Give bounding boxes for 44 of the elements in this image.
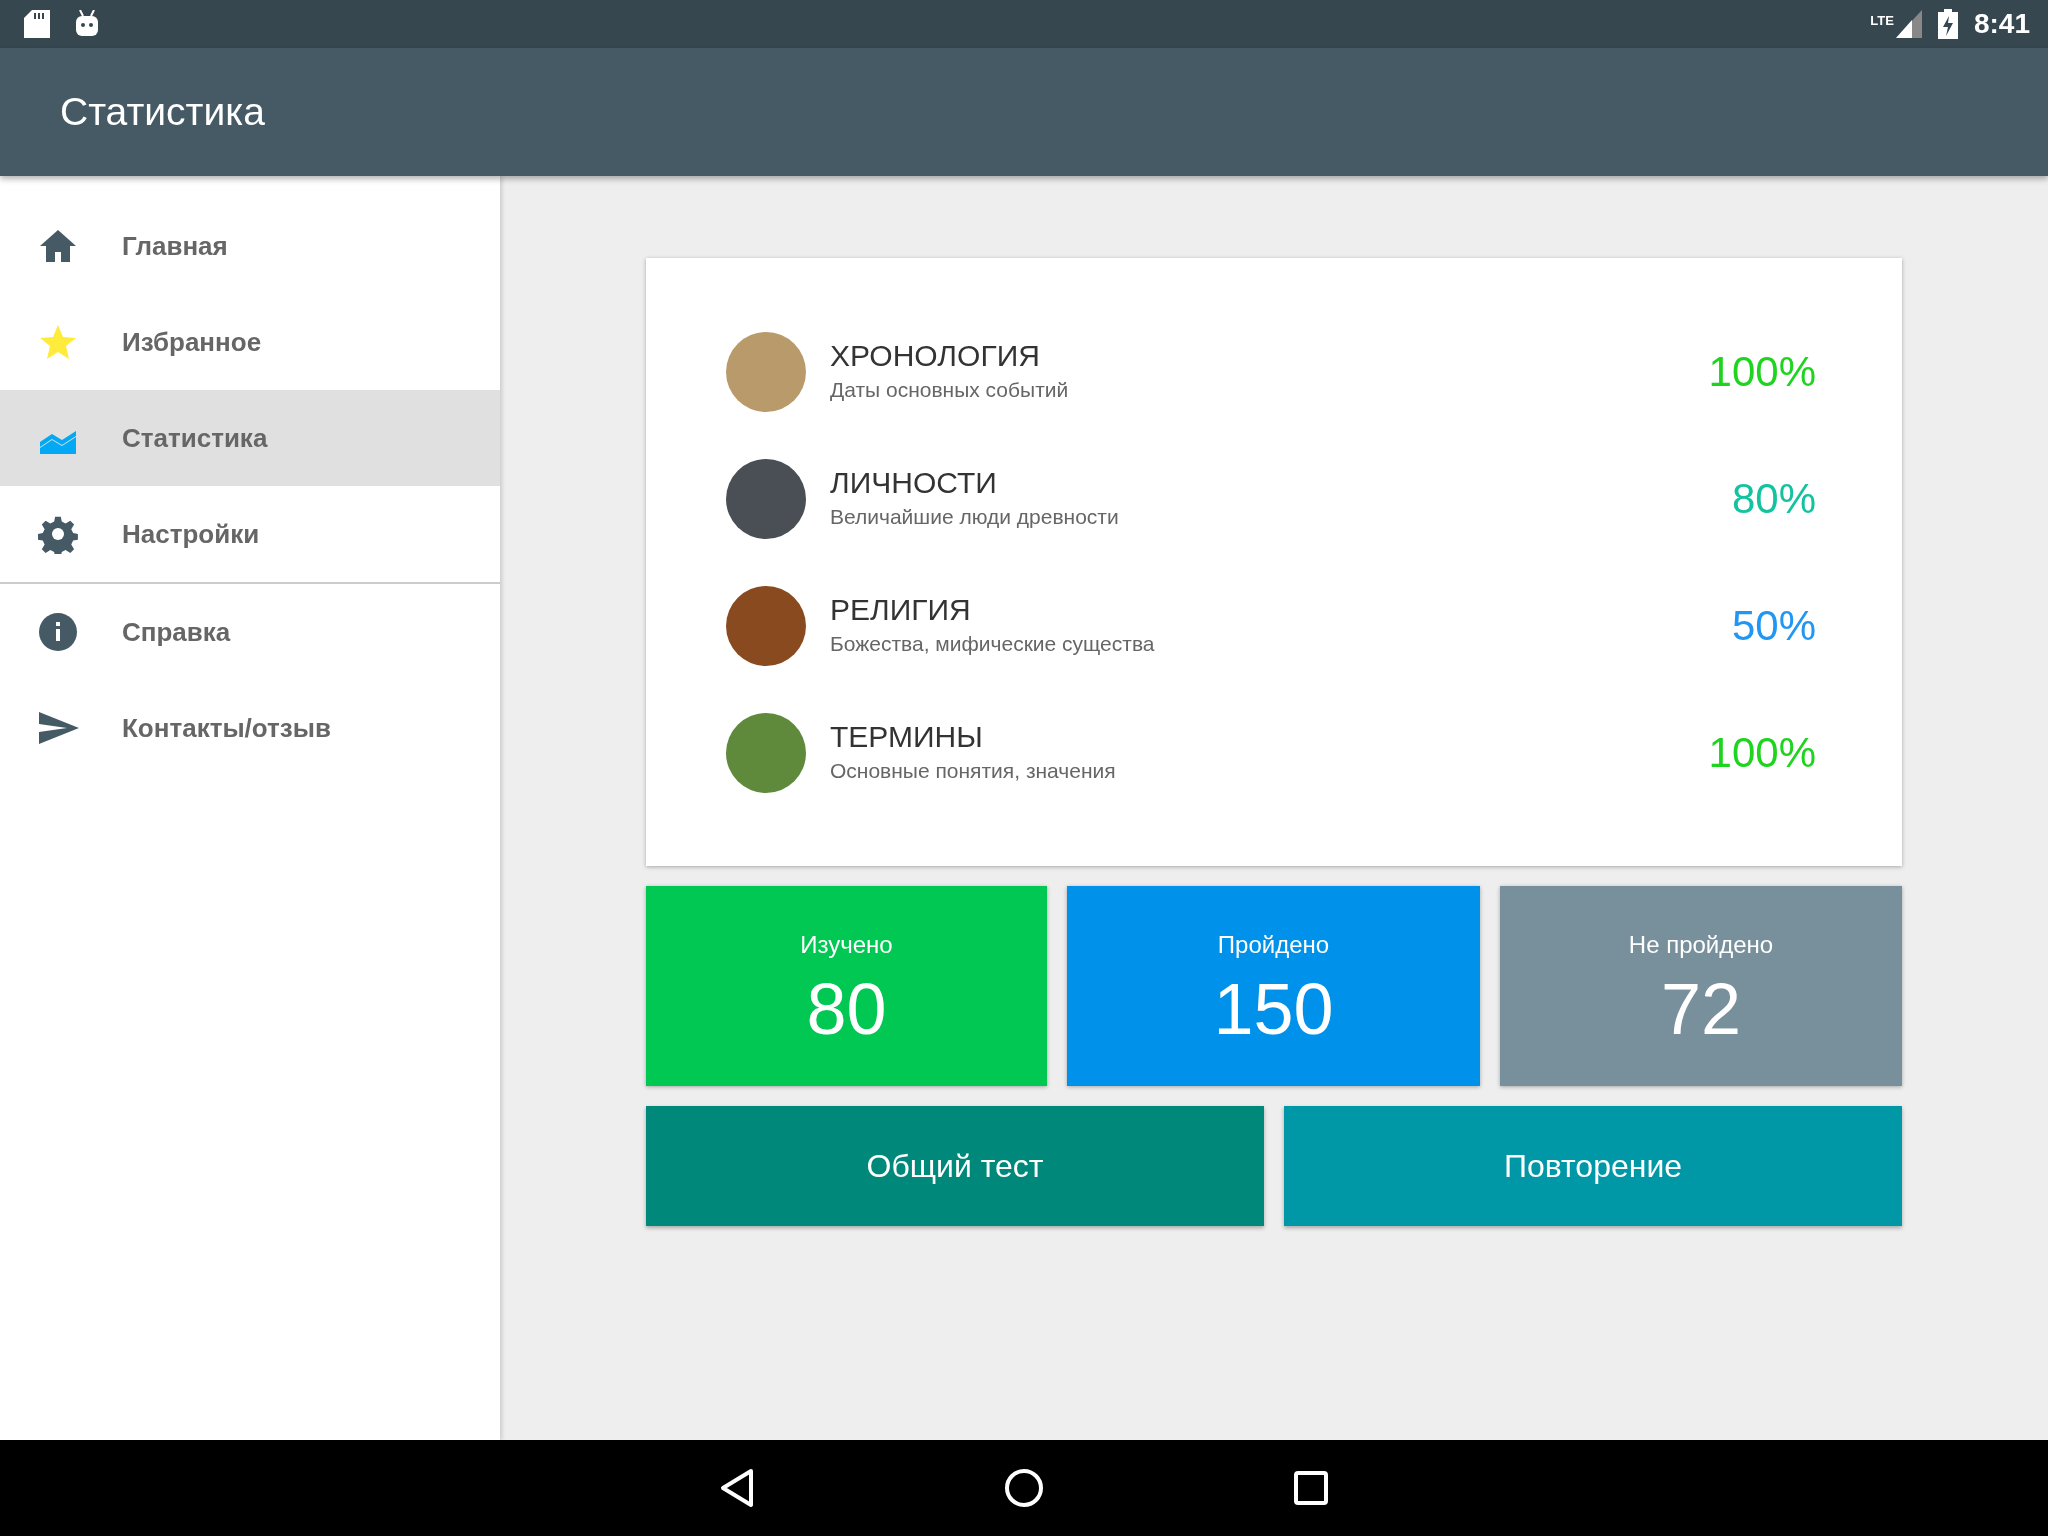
drawer-item[interactable]: Контакты/отзыв: [0, 680, 500, 776]
drawer-item[interactable]: Справка: [0, 584, 500, 680]
progress-percent: 50%: [1731, 601, 1816, 651]
info-icon: [38, 612, 80, 652]
category-title: ТЕРМИНЫ: [830, 718, 984, 755]
battery-charging-icon: [1937, 9, 1958, 39]
drawer-item[interactable]: Главная: [0, 198, 500, 294]
drawer-item-label: Главная: [122, 229, 228, 263]
drawer-item[interactable]: Избранное: [0, 294, 500, 390]
action-button[interactable]: Повторение: [1284, 1106, 1902, 1226]
action-button[interactable]: Общий тест: [646, 1106, 1264, 1226]
category-subtitle: Основные понятия, значения: [830, 757, 1116, 784]
android-icon: [74, 10, 100, 38]
recent-apps-icon[interactable]: [1294, 1471, 1328, 1505]
progress-percent: 100%: [1708, 347, 1816, 397]
sd-card-icon: [24, 10, 50, 38]
stat-value: 80: [806, 973, 887, 1045]
category-subtitle: Даты основных событий: [830, 376, 1069, 403]
category-title: ХРОНОЛОГИЯ: [830, 337, 1041, 374]
drawer-item-label: Справка: [122, 615, 231, 649]
stat-value: 150: [1213, 973, 1334, 1045]
drawer-item[interactable]: Статистика: [0, 390, 500, 486]
home-icon[interactable]: [1004, 1468, 1044, 1508]
back-icon[interactable]: [720, 1468, 754, 1508]
progress-percent: 80%: [1731, 474, 1816, 524]
drawer-item-label: Статистика: [122, 421, 268, 455]
category-subtitle: Божества, мифические существа: [830, 630, 1155, 657]
signal-icon: [1895, 10, 1922, 38]
drawer-item-label: Контакты/отзыв: [122, 711, 331, 745]
category-title: ЛИЧНОСТИ: [830, 464, 998, 501]
progress-percent: 100%: [1708, 728, 1816, 778]
stat-label: Не пройдено: [1628, 930, 1774, 960]
stat-label: Пройдено: [1217, 930, 1330, 960]
screen-title: Статистика: [60, 88, 265, 135]
drawer-item-label: Избранное: [122, 325, 262, 359]
stat-label: Изучено: [800, 930, 893, 960]
drawer-item-label: Настройки: [122, 517, 260, 551]
network-type-label: LTE: [1870, 12, 1894, 30]
settings-icon: [38, 514, 80, 554]
category-title: РЕЛИГИЯ: [830, 591, 972, 628]
category-subtitle: Величайшие люди древности: [830, 503, 1119, 530]
clock-time: 8:41: [1973, 7, 2030, 41]
stat-value: 72: [1660, 973, 1742, 1045]
drawer-item[interactable]: Настройки: [0, 486, 500, 582]
